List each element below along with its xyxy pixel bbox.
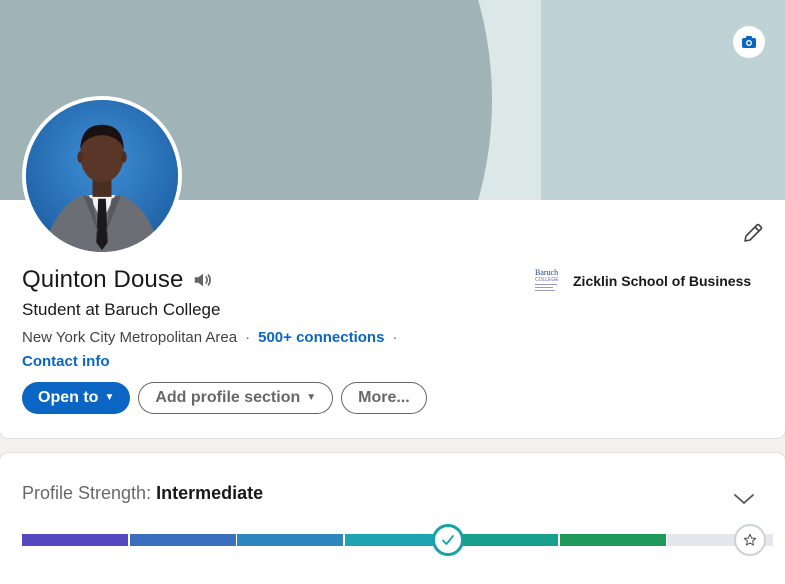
profile-photo: [26, 100, 178, 252]
baruch-logo: Baruch COLLEGE: [534, 266, 563, 295]
profile-strength-title: Profile Strength: Intermediate: [22, 483, 263, 504]
profile-strength-label: Profile Strength:: [22, 483, 157, 503]
profile-headline: Student at Baruch College: [22, 300, 221, 319]
education-entry[interactable]: Baruch COLLEGE Zicklin School of Busines…: [534, 266, 751, 295]
profile-card: Quinton Douse Student at Baruch College …: [0, 0, 785, 438]
meter-segment-filled: [129, 534, 236, 546]
more-label: More...: [358, 389, 410, 406]
meter-segment-filled: [559, 534, 666, 546]
profile-strength-card: Profile Strength: Intermediate: [0, 453, 785, 584]
open-to-label: Open to: [38, 389, 99, 406]
logo-text: COLLEGE: [535, 277, 559, 283]
profile-name: Quinton Douse: [22, 266, 184, 293]
goal-level-marker: [734, 524, 766, 556]
profile-strength-meter: [22, 524, 773, 556]
meter-segment-filled: [237, 534, 343, 546]
camera-icon: [742, 36, 756, 48]
separator-dot: ·: [245, 329, 251, 346]
separator-dot: ·: [392, 329, 398, 346]
profile-actions: Open to ▼ Add profile section ▼ More...: [22, 382, 435, 414]
check-icon: [442, 535, 454, 545]
name-row: Quinton Douse: [22, 266, 214, 294]
profile-location: New York City Metropolitan Area: [22, 329, 238, 346]
location-row: New York City Metropolitan Area · 500+ c…: [22, 329, 405, 346]
star-icon: [743, 533, 757, 546]
pencil-icon: [744, 223, 763, 242]
avatar[interactable]: [22, 96, 182, 256]
edit-intro-button[interactable]: [736, 216, 770, 250]
profile-strength-level: Intermediate: [156, 483, 264, 503]
meter-segment-filled: [452, 534, 558, 546]
caret-down-icon: ▼: [306, 392, 317, 403]
contact-info-link[interactable]: Contact info: [22, 353, 110, 370]
edit-banner-button[interactable]: [733, 26, 765, 58]
chevron-down-icon[interactable]: [732, 487, 756, 511]
meter-segment-filled: [22, 534, 128, 546]
add-profile-section-label: Add profile section: [155, 389, 301, 406]
current-level-marker: [432, 524, 464, 556]
add-profile-section-button[interactable]: Add profile section ▼: [138, 382, 334, 414]
connections-link[interactable]: 500+ connections: [258, 329, 384, 346]
logo-text: Baruch: [535, 268, 558, 277]
speaker-icon[interactable]: [192, 269, 214, 291]
more-button[interactable]: More...: [341, 382, 427, 414]
school-logo: Baruch COLLEGE: [534, 266, 563, 295]
school-name: Zicklin School of Business: [573, 272, 752, 289]
open-to-button[interactable]: Open to ▼: [22, 382, 131, 414]
caret-down-icon: ▼: [104, 392, 115, 403]
